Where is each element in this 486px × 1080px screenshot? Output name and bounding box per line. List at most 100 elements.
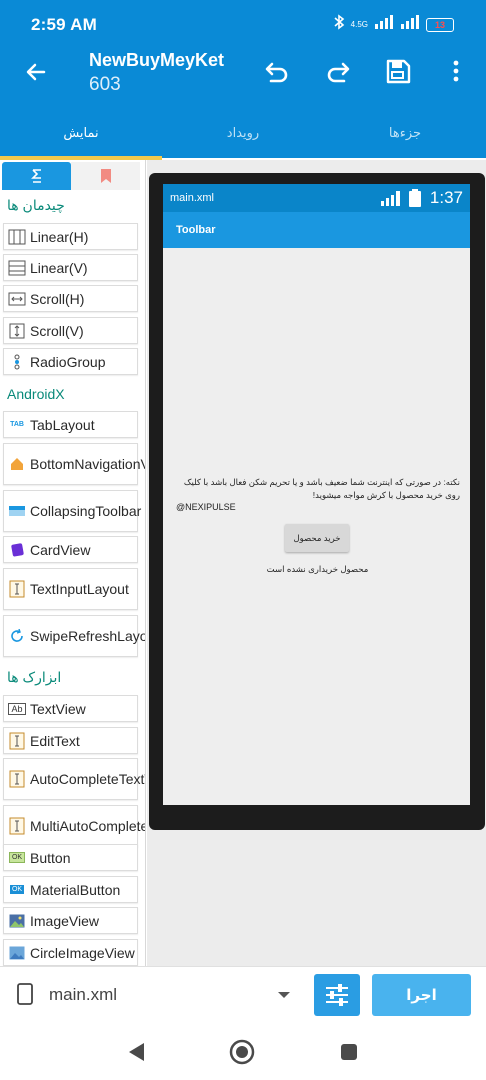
- preview-purchase-status[interactable]: محصول خریداری نشده است: [230, 564, 405, 575]
- run-button[interactable]: اجرا: [372, 974, 471, 1016]
- palette-item-radiogroup[interactable]: RadioGroup: [3, 348, 138, 375]
- redo-button[interactable]: [321, 54, 355, 88]
- palette-item-label: SwipeRefreshLayout: [30, 628, 145, 644]
- tab-events[interactable]: رویداد: [162, 108, 324, 158]
- tune-icon: [326, 984, 348, 1006]
- palette-item-materialbutton[interactable]: OK MaterialButton: [3, 876, 138, 903]
- overflow-menu-button[interactable]: [439, 54, 473, 88]
- nav-home-button[interactable]: [228, 1038, 256, 1066]
- tab-components[interactable]: جزءها: [324, 108, 486, 158]
- palette-item-label: Linear(H): [30, 228, 89, 245]
- preview-tag-text[interactable]: @NEXIPULSE: [176, 502, 236, 512]
- project-id: 603: [89, 74, 121, 95]
- palette-item-tablayout[interactable]: TAB TabLayout: [3, 411, 138, 438]
- bluetooth-icon: [333, 14, 345, 35]
- palette-item-imageview[interactable]: ImageView: [3, 907, 138, 934]
- section-androidx: AndroidX: [7, 386, 65, 402]
- palette-item-label: EditText: [30, 732, 80, 749]
- palette-item-label: RadioGroup: [30, 353, 106, 370]
- palette-tab-bookmarks[interactable]: [71, 162, 140, 190]
- preview-notice-text[interactable]: نکته: در صورتی که اینترنت شما ضعیف باشد …: [170, 476, 460, 502]
- palette-item-label: Linear(V): [30, 259, 88, 276]
- back-button[interactable]: [20, 56, 52, 88]
- save-icon: [386, 59, 411, 84]
- tab-icon: TAB: [10, 421, 24, 428]
- nav-recents-button[interactable]: [335, 1038, 363, 1066]
- scroll-h-icon: [4, 291, 30, 307]
- save-button[interactable]: [381, 54, 415, 88]
- current-file-label[interactable]: main.xml: [49, 985, 117, 1005]
- palette-item-collapsingtoolbar[interactable]: CollapsingToolbar: [3, 490, 142, 532]
- palette-item-swiperefresh[interactable]: SwipeRefreshLayout: [3, 615, 145, 657]
- app-bar: NewBuyMeyKet 603: [0, 48, 486, 108]
- arrow-back-icon: [26, 63, 46, 81]
- palette-item-label: CircleImageView: [30, 944, 135, 961]
- autocomplete-icon: [4, 770, 30, 788]
- palette-item-cardview[interactable]: CardView: [3, 536, 138, 563]
- palette-item-autocomplete[interactable]: AutoCompleteTextView: [3, 758, 145, 800]
- palette-item-scroll-h[interactable]: Scroll(H): [3, 285, 138, 312]
- undo-icon: [265, 62, 288, 83]
- palette-item-label: AutoCompleteTextView: [30, 771, 145, 787]
- palette-tabs: [2, 162, 140, 190]
- image-icon: [4, 914, 30, 928]
- status-bar: 2:59 AM 4.5G 13: [0, 0, 486, 48]
- palette-item-circleimageview[interactable]: CircleImageView: [3, 939, 138, 966]
- palette-item-linear-v[interactable]: Linear(V): [3, 254, 138, 281]
- linear-v-icon: [4, 260, 30, 276]
- toolbar-icon: [4, 505, 30, 517]
- palette-tab-widgets[interactable]: [2, 162, 71, 190]
- palette-item-label: Scroll(H): [30, 290, 85, 307]
- palette-item-label: TextInputLayout: [30, 581, 129, 597]
- status-icons: 4.5G 13: [333, 14, 454, 35]
- palette-item-textview[interactable]: Ab TextView: [3, 695, 138, 722]
- network-type-label: 4.5G: [350, 20, 368, 29]
- preview-status-bar: main.xml 1:37: [163, 184, 470, 212]
- scroll-v-icon: [4, 323, 30, 339]
- palette-item-label: ImageView: [30, 912, 100, 929]
- properties-button[interactable]: [314, 974, 360, 1016]
- refresh-icon: [4, 629, 30, 643]
- section-layouts: چیدمان ها: [7, 197, 65, 213]
- palette-item-bottomnav[interactable]: BottomNavigationView: [3, 443, 145, 485]
- palette-item-label: TabLayout: [30, 416, 95, 433]
- preview-battery-icon: [409, 189, 421, 212]
- square-recents-icon: [341, 1044, 357, 1060]
- preview-toolbar[interactable]: Toolbar: [163, 212, 470, 248]
- palette-item-textinputlayout[interactable]: TextInputLayout: [3, 568, 138, 610]
- palette-item-linear-h[interactable]: Linear(H): [3, 223, 138, 250]
- palette-item-scroll-v[interactable]: Scroll(V): [3, 317, 138, 344]
- palette-item-label: BottomNavigationView: [30, 456, 145, 472]
- palette-item-button[interactable]: OK Button: [3, 844, 138, 871]
- file-icon: [16, 983, 34, 1010]
- home-icon: [4, 457, 30, 471]
- more-vert-icon: [453, 60, 459, 82]
- palette-item-label: Scroll(V): [30, 322, 84, 339]
- battery-level: 13: [434, 19, 445, 30]
- bottom-bar: main.xml اجرا: [0, 966, 486, 1024]
- palette-item-label: MaterialButton: [30, 881, 121, 898]
- bookmark-icon: [100, 169, 111, 183]
- nav-back-button[interactable]: [122, 1038, 150, 1066]
- palette-item-label: Button: [30, 849, 71, 866]
- signal-icon: [374, 15, 394, 34]
- preview-toolbar-title: Toolbar: [176, 224, 216, 236]
- palette-item-label: CollapsingToolbar: [30, 503, 142, 519]
- circle-home-icon: [229, 1039, 255, 1065]
- file-dropdown-button[interactable]: [277, 987, 291, 1005]
- triangle-back-icon: [129, 1043, 144, 1061]
- preview-buy-button[interactable]: خرید محصول: [285, 524, 349, 552]
- palette-item-multiautocomplete[interactable]: MultiAutoCompleteTextView: [3, 805, 145, 847]
- textview-icon: Ab: [4, 702, 30, 715]
- preview-signal-icon: [380, 190, 402, 211]
- tab-view[interactable]: نمایش: [0, 108, 162, 160]
- section-widgets: ابزارک ها: [7, 669, 62, 685]
- battery-icon: 13: [426, 17, 454, 32]
- palette-item-label: TextView: [30, 700, 86, 717]
- undo-button[interactable]: [260, 54, 294, 88]
- palette-item-label: MultiAutoCompleteTextView: [30, 818, 145, 834]
- linear-h-icon: [4, 229, 30, 245]
- textinput-icon: [4, 580, 30, 598]
- radiogroup-icon: [4, 354, 30, 370]
- palette-item-edittext[interactable]: EditText: [3, 727, 138, 754]
